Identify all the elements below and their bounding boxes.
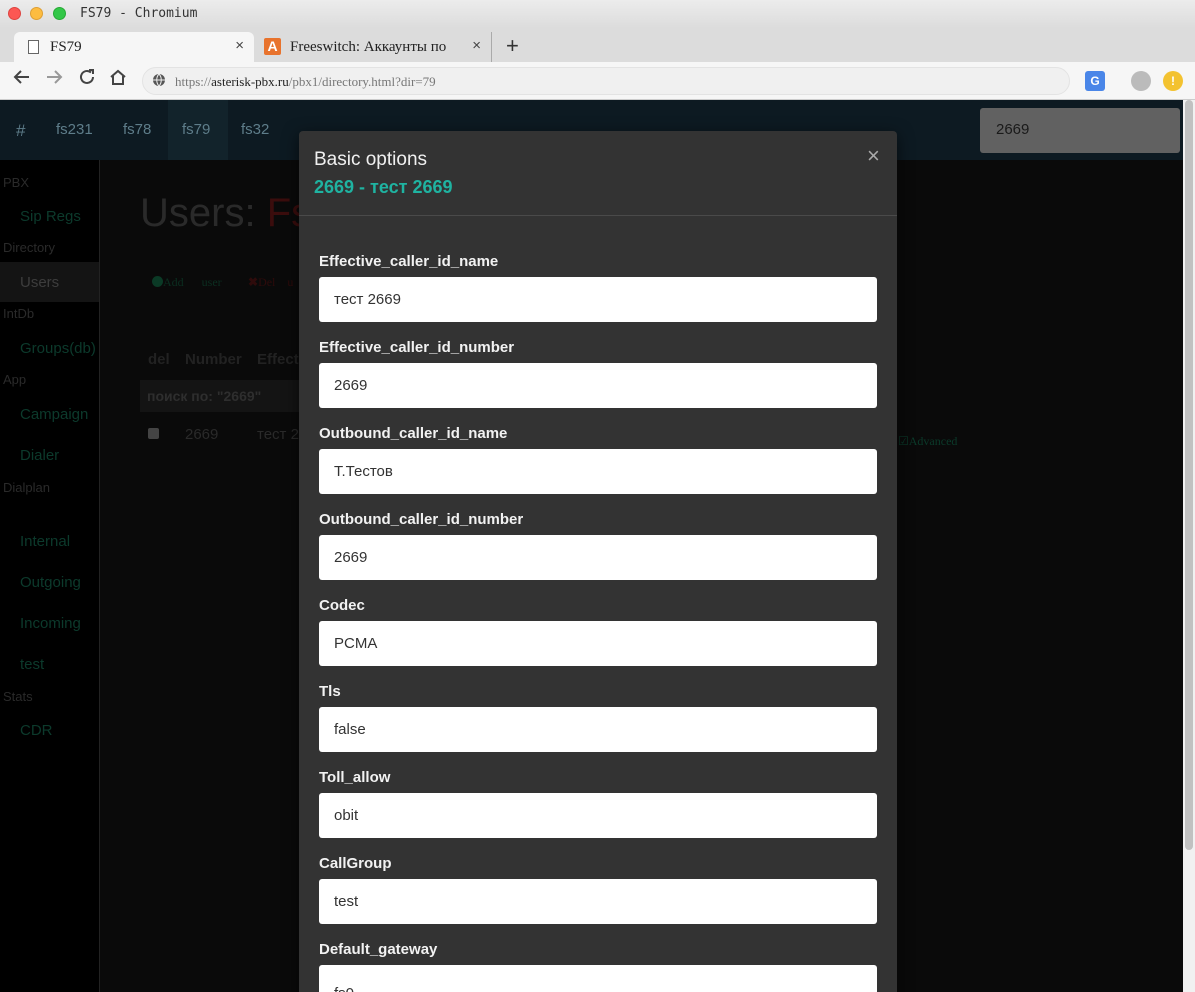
call-group-input[interactable] (319, 879, 877, 924)
advanced-link[interactable]: ☑Advanced (898, 434, 957, 449)
column-header-effective: Effecti (257, 351, 303, 368)
effective-caller-id-name-input[interactable] (319, 277, 877, 322)
sidebar-item-dialer[interactable]: Dialer (20, 447, 59, 464)
filter-label: поиск по: "2669" (147, 388, 262, 404)
nav-item-fs32[interactable]: fs32 (241, 121, 269, 138)
window-titlebar: FS79 - Chromium (0, 0, 1195, 28)
outbound-caller-id-number-label: Outbound_caller_id_number (319, 511, 524, 528)
minimize-window-button[interactable] (30, 7, 43, 20)
globe-icon (152, 73, 166, 91)
new-tab-button[interactable]: + (506, 33, 519, 59)
reload-icon[interactable] (78, 68, 96, 92)
nav-item-fs79[interactable]: fs79 (182, 121, 210, 138)
call-group-label: CallGroup (319, 855, 392, 872)
sidebar-item-internal[interactable]: Internal (20, 533, 70, 550)
tls-input[interactable] (319, 707, 877, 752)
document-icon (28, 40, 39, 54)
window-title: FS79 - Chromium (80, 6, 198, 21)
maximize-window-button[interactable] (53, 7, 66, 20)
outbound-caller-id-number-input[interactable] (319, 535, 877, 580)
arrow-left-icon[interactable] (13, 68, 31, 92)
effective-caller-id-number-label: Effective_caller_id_number (319, 339, 515, 356)
sidebar: PBX Sip Regs Directory Users IntDb Group… (0, 160, 100, 992)
outbound-caller-id-name-input[interactable] (319, 449, 877, 494)
site-favicon-icon: A (264, 38, 281, 55)
scrollbar-thumb[interactable] (1185, 100, 1193, 850)
sidebar-section-dialplan: Dialplan (3, 480, 50, 495)
nav-item-fs78[interactable]: fs78 (123, 121, 151, 138)
page-scrollbar[interactable] (1183, 100, 1195, 992)
sidebar-section-directory: Directory (3, 240, 56, 255)
modal-title: Basic options (314, 149, 428, 170)
row-number: 2669 (185, 426, 219, 443)
translate-icon[interactable]: G (1085, 71, 1105, 91)
close-icon[interactable]: × (867, 143, 880, 169)
brand-link[interactable]: # (16, 121, 25, 141)
tab-fs79[interactable]: FS79 × (14, 32, 254, 62)
sidebar-section-intdb: IntDb (3, 306, 35, 321)
tab-label: FS79 (50, 39, 82, 55)
tls-label: Tls (319, 683, 341, 700)
home-icon[interactable] (109, 68, 127, 92)
sidebar-item-groups[interactable]: Groups(db) (20, 340, 96, 357)
tab-strip: FS79 × A Freeswitch: Аккаунты по × + (0, 28, 1195, 62)
effective-caller-id-name-label: Effective_caller_id_name (319, 253, 499, 270)
search-input[interactable]: 2669 (980, 108, 1180, 153)
sidebar-section-pbx: PBX (3, 175, 30, 190)
tab-label: Freeswitch: Аккаунты по (290, 39, 447, 55)
plus-circle-icon (152, 276, 163, 287)
sidebar-item-cdr[interactable]: CDR (20, 722, 53, 739)
basic-options-modal: Basic options 2669 - тест 2669 × Effecti… (299, 131, 897, 992)
sidebar-section-app: App (3, 372, 27, 387)
codec-input[interactable] (319, 621, 877, 666)
close-window-button[interactable] (8, 7, 21, 20)
arrow-right-icon[interactable] (45, 68, 63, 92)
default-gateway-label: Default_gateway (319, 941, 438, 958)
profile-icon[interactable] (1131, 71, 1151, 91)
sidebar-item-users[interactable]: Users (20, 274, 59, 291)
web-page: # fs231 fs78 fs79 fs32 2669 PBX Sip Regs… (0, 100, 1195, 992)
effective-caller-id-number-input[interactable] (319, 363, 877, 408)
modal-subtitle: 2669 - тест 2669 (314, 177, 453, 197)
sidebar-item-campaign[interactable]: Campaign (20, 406, 88, 423)
codec-label: Codec (319, 597, 365, 614)
row-delete-checkbox[interactable] (148, 428, 159, 439)
add-user-button[interactable]: Add user (152, 275, 222, 290)
browser-toolbar: https://asterisk-pbx.ru/pbx1/directory.h… (0, 62, 1195, 100)
url-text: https://asterisk-pbx.ru/pbx1/directory.h… (175, 74, 436, 89)
close-tab-icon[interactable]: × (235, 37, 244, 54)
toll-allow-label: Toll_allow (319, 769, 391, 786)
default-gateway-input[interactable] (319, 965, 877, 992)
column-header-number: Number (185, 351, 242, 368)
outbound-caller-id-name-label: Outbound_caller_id_name (319, 425, 508, 442)
modal-header: Basic options 2669 - тест 2669 × (299, 131, 897, 216)
row-name: тест 2 (257, 426, 299, 443)
delete-user-button[interactable]: ✖Del u (248, 275, 293, 290)
address-bar[interactable]: https://asterisk-pbx.ru/pbx1/directory.h… (142, 67, 1070, 95)
column-header-del: del (148, 351, 170, 368)
edit-icon: ☑ (898, 434, 909, 448)
nav-item-fs231[interactable]: fs231 (56, 121, 93, 138)
alert-icon[interactable]: ! (1163, 71, 1183, 91)
x-mark-icon: ✖ (248, 275, 259, 289)
close-tab-icon[interactable]: × (472, 37, 481, 54)
sidebar-item-test[interactable]: test (20, 656, 44, 673)
sidebar-item-outgoing[interactable]: Outgoing (20, 574, 81, 591)
sidebar-item-incoming[interactable]: Incoming (20, 615, 81, 632)
tab-freeswitch[interactable]: A Freeswitch: Аккаунты по × (256, 32, 492, 62)
toll-allow-input[interactable] (319, 793, 877, 838)
sidebar-item-sip-regs[interactable]: Sip Regs (20, 208, 81, 225)
sidebar-section-stats: Stats (3, 689, 33, 704)
